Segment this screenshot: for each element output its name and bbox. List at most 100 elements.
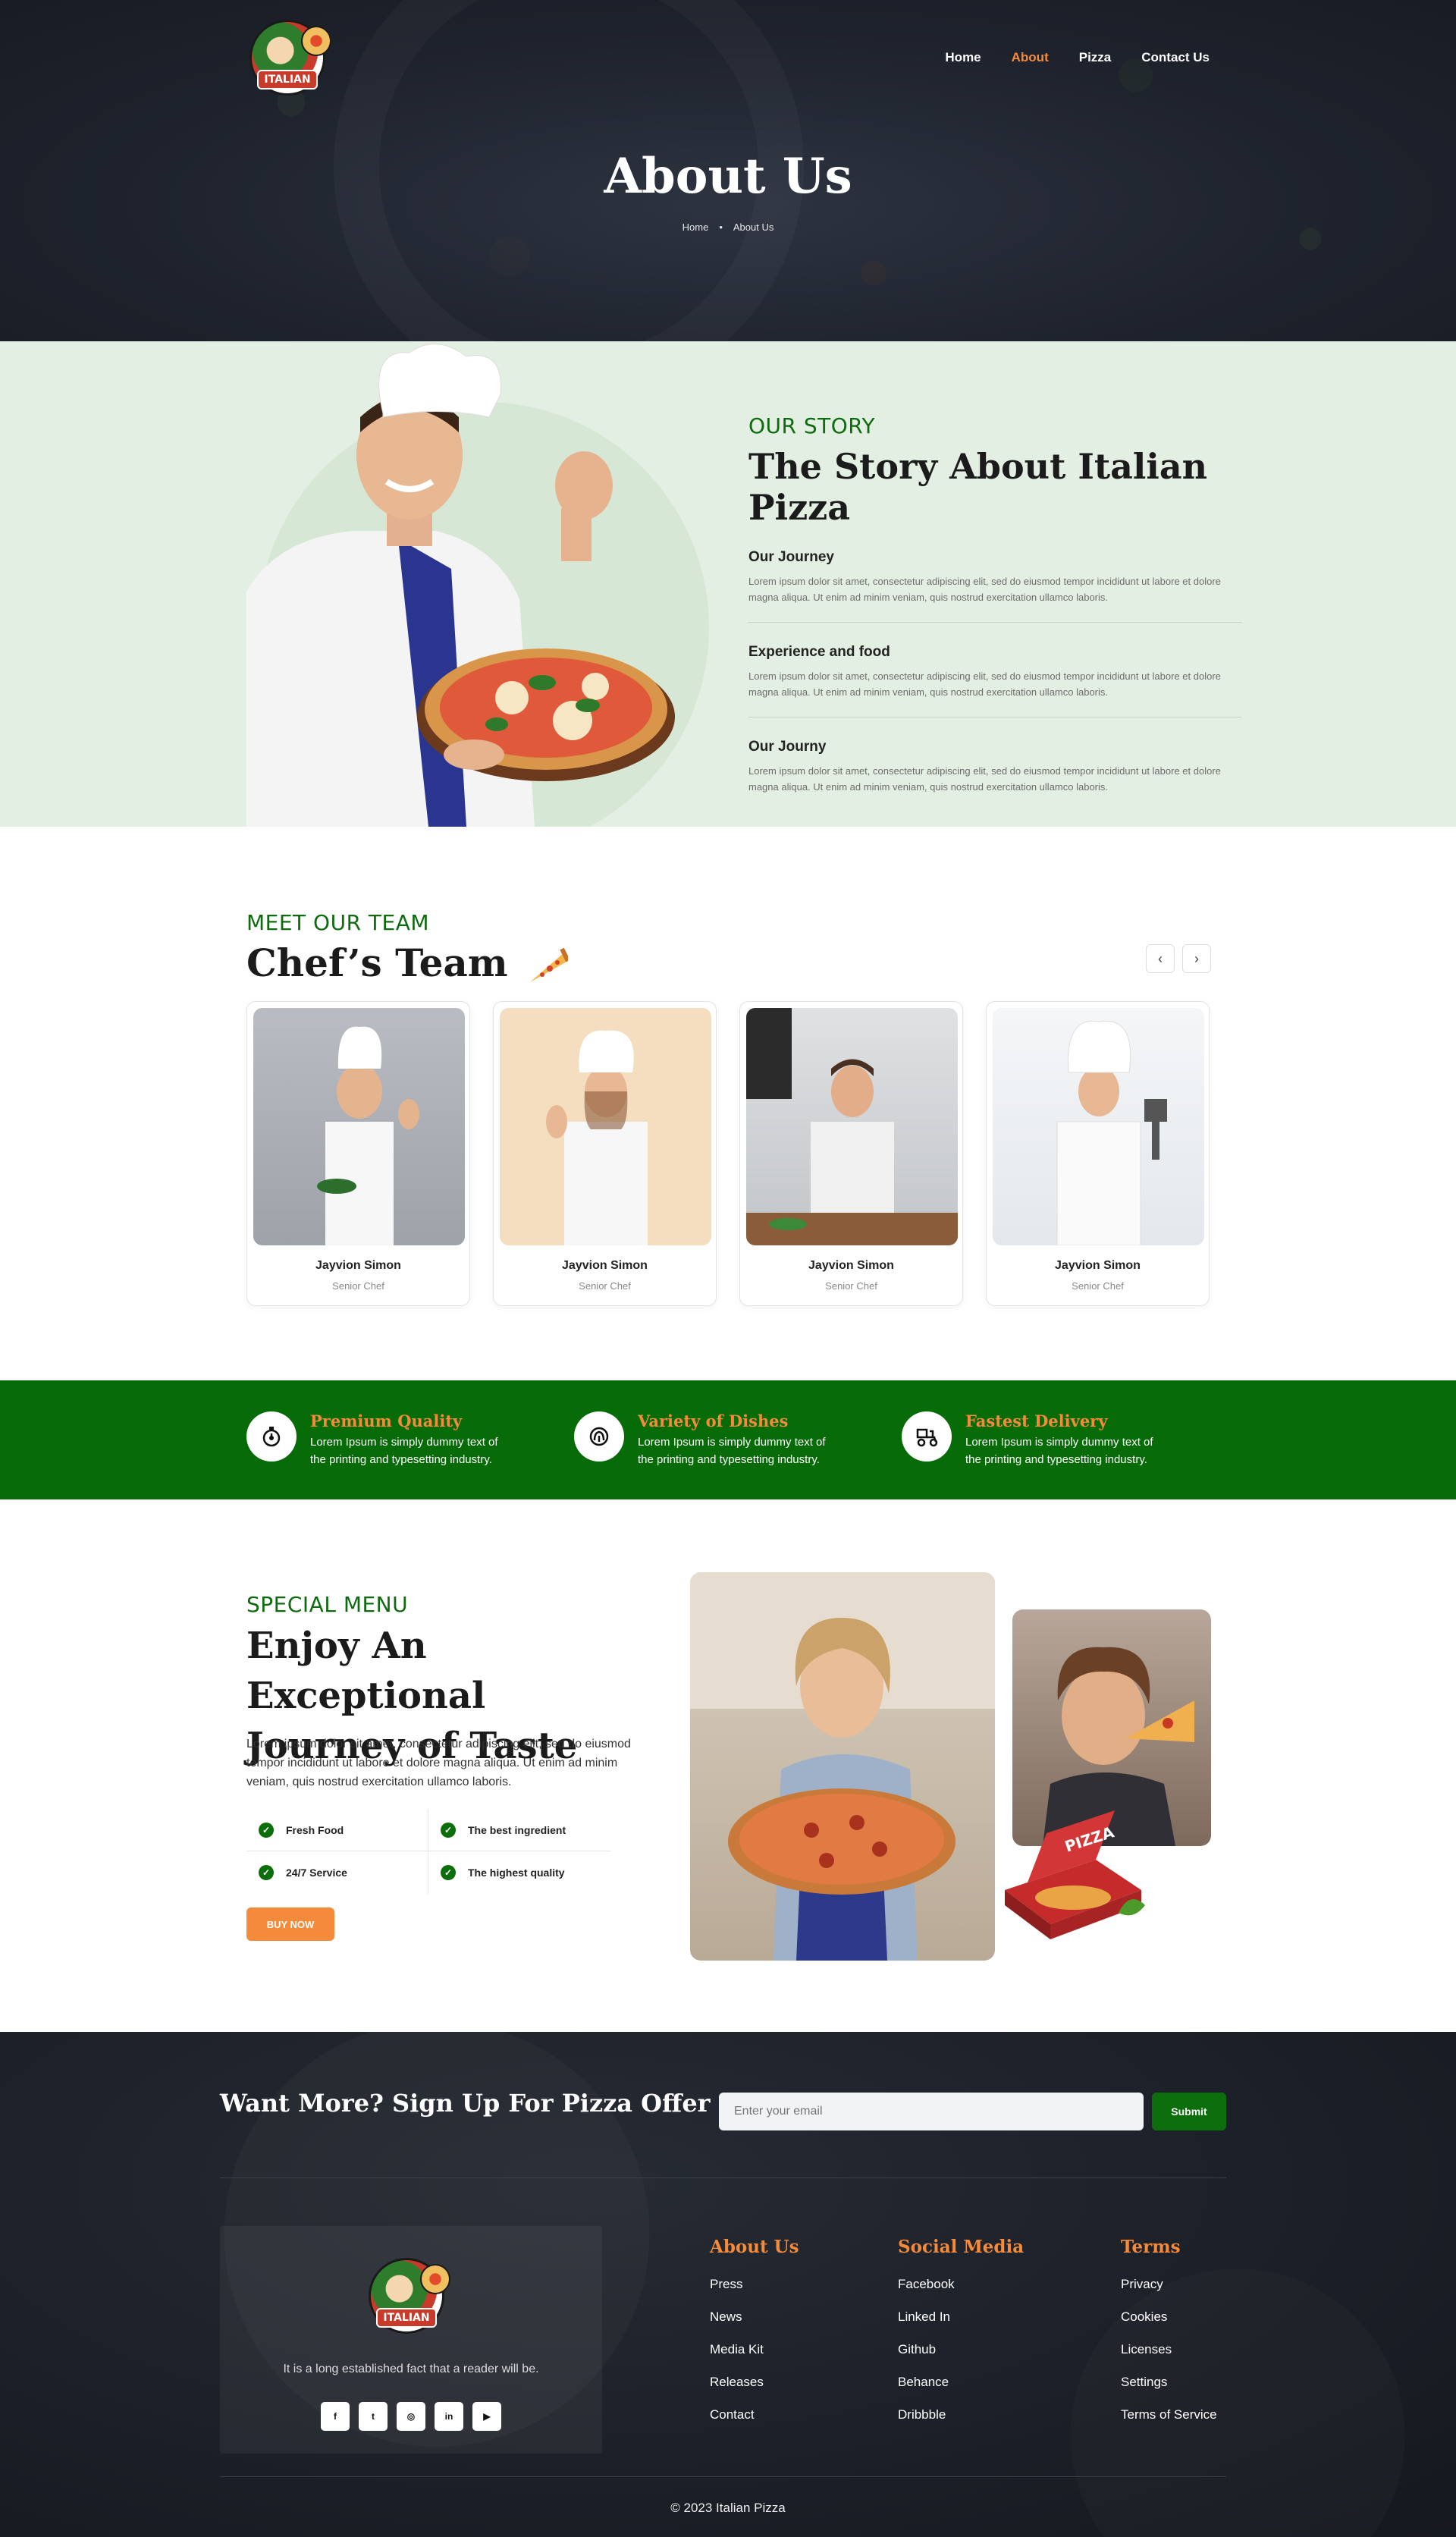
- nav-about-link[interactable]: About: [1012, 50, 1049, 65]
- site-logo[interactable]: ITALIAN: [246, 15, 336, 100]
- team-eyebrow: MEET OUR TEAM: [246, 910, 430, 935]
- footer-column-title: Social Media: [898, 2237, 1025, 2257]
- team-card[interactable]: Jayvion Simon Senior Chef: [739, 1001, 963, 1306]
- footer-divider: [220, 2177, 1226, 2178]
- footer-link[interactable]: Contact: [710, 2407, 799, 2422]
- youtube-icon[interactable]: ▶: [472, 2402, 501, 2431]
- story-item: Experience and food Lorem ipsum dolor si…: [748, 644, 1241, 717]
- footer-link[interactable]: Press: [710, 2277, 799, 2292]
- breadcrumb-separator: •: [719, 221, 723, 233]
- footer-column-about: About Us Press News Media Kit Releases C…: [710, 2237, 799, 2440]
- footer-link[interactable]: News: [710, 2309, 799, 2325]
- footer-logo[interactable]: ITALIAN: [366, 2253, 455, 2338]
- checklist-item: ✓ The best ingredient: [428, 1809, 610, 1851]
- footer-link[interactable]: Privacy: [1121, 2277, 1217, 2292]
- story-item: Our Journey Lorem ipsum dolor sit amet, …: [748, 549, 1241, 623]
- footer-column-title: Terms: [1121, 2237, 1181, 2257]
- footer-link[interactable]: Github: [898, 2342, 1024, 2357]
- chevron-left-icon[interactable]: ‹: [1146, 944, 1175, 973]
- email-input[interactable]: [719, 2093, 1144, 2130]
- footer-link[interactable]: Settings: [1121, 2375, 1217, 2390]
- feature-title: Variety of Dishes: [638, 1411, 789, 1430]
- chef-role: Senior Chef: [825, 1280, 877, 1292]
- footer-column-social: Social Media Facebook Linked In Github B…: [898, 2237, 1024, 2440]
- nav-pizza-link[interactable]: Pizza: [1079, 50, 1112, 65]
- footer-link[interactable]: Facebook: [898, 2277, 1024, 2292]
- chef-photo: [253, 1008, 465, 1245]
- chevron-right-icon[interactable]: ›: [1182, 944, 1211, 973]
- site-footer: Want More? Sign Up For Pizza Offer Submi…: [0, 2032, 1456, 2537]
- story-content: OUR STORY The Story About Italian Pizza …: [748, 413, 1241, 812]
- footer-bottom-divider: [220, 2476, 1226, 2477]
- feature-text: Lorem Ipsum is simply dummy text of the …: [965, 1436, 1153, 1466]
- chef-photo: [993, 1008, 1204, 1245]
- logo-text: ITALIAN: [257, 70, 318, 89]
- team-card[interactable]: Jayvion Simon Senior Chef: [986, 1001, 1210, 1306]
- page-title: About Us: [604, 148, 852, 205]
- team-card[interactable]: Jayvion Simon Senior Chef: [493, 1001, 717, 1306]
- footer-brand-panel: ITALIAN It is a long established fact th…: [220, 2226, 602, 2454]
- special-menu-section: SPECIAL MENU Enjoy An Exceptional Journe…: [0, 1499, 1456, 2032]
- check-icon: ✓: [441, 1865, 456, 1880]
- buy-now-button[interactable]: BUY NOW: [246, 1907, 334, 1941]
- newsletter-title: Want More? Sign Up For Pizza Offer: [220, 2089, 711, 2118]
- chef-role: Senior Chef: [332, 1280, 384, 1292]
- checklist-label: 24/7 Service: [286, 1867, 347, 1879]
- checklist-item: ✓ 24/7 Service: [246, 1851, 428, 1894]
- timer-icon: [246, 1411, 297, 1462]
- chef-holding-pizza-image: [246, 344, 675, 827]
- footer-link[interactable]: Media Kit: [710, 2342, 799, 2357]
- logo-pizza-icon: [301, 26, 331, 56]
- footer-column-terms: Terms Privacy Cookies Licenses Settings …: [1121, 2237, 1217, 2440]
- footer-link[interactable]: Releases: [710, 2375, 799, 2390]
- story-item-text: Lorem ipsum dolor sit amet, consectetur …: [748, 670, 1221, 698]
- twitter-icon[interactable]: t: [359, 2402, 388, 2431]
- feature-text: Lorem Ipsum is simply dummy text of the …: [638, 1436, 826, 1466]
- footer-link[interactable]: Behance: [898, 2375, 1024, 2390]
- breadcrumb: Home • About Us: [0, 221, 1456, 233]
- hero-banner: ITALIAN Home About Pizza Contact Us Abou…: [0, 0, 1456, 341]
- chef-name: Jayvion Simon: [315, 1259, 401, 1272]
- carousel-controls: ‹ ›: [1146, 944, 1211, 973]
- feature-title: Premium Quality: [310, 1411, 463, 1430]
- checklist-item: ✓ Fresh Food: [246, 1809, 428, 1851]
- footer-link[interactable]: Terms of Service: [1121, 2407, 1217, 2422]
- team-card[interactable]: Jayvion Simon Senior Chef: [246, 1001, 470, 1306]
- check-icon: ✓: [259, 1822, 274, 1838]
- story-eyebrow: OUR STORY: [748, 413, 876, 438]
- story-item-title: Our Journey: [748, 549, 834, 565]
- submit-button[interactable]: Submit: [1152, 2093, 1226, 2130]
- nav-contact-link[interactable]: Contact Us: [1141, 50, 1210, 65]
- check-icon: ✓: [441, 1822, 456, 1838]
- chef-role: Senior Chef: [1072, 1280, 1124, 1292]
- checklist-item: ✓ The highest quality: [428, 1851, 610, 1894]
- social-links: f t ◎ in ▶: [220, 2402, 602, 2431]
- team-title-text: Chef’s Team: [246, 940, 508, 985]
- main-menu: Home About Pizza Contact Us: [945, 50, 1210, 65]
- footer-link[interactable]: Licenses: [1121, 2342, 1217, 2357]
- chef-photo: [500, 1008, 711, 1245]
- woman-with-pizza-image: [690, 1572, 995, 1961]
- chef-name: Jayvion Simon: [1055, 1259, 1141, 1272]
- checklist-label: The highest quality: [468, 1867, 565, 1879]
- instagram-icon[interactable]: ◎: [397, 2402, 425, 2431]
- chef-name: Jayvion Simon: [808, 1259, 894, 1272]
- footer-link[interactable]: Cookies: [1121, 2309, 1217, 2325]
- dish-icon: [574, 1411, 624, 1462]
- footer-column-title: About Us: [710, 2237, 799, 2257]
- facebook-icon[interactable]: f: [321, 2402, 350, 2431]
- nav-home-link[interactable]: Home: [945, 50, 981, 65]
- logo-pizza-icon: [420, 2264, 450, 2294]
- feature-text: Lorem Ipsum is simply dummy text of the …: [310, 1436, 498, 1466]
- feature-checklist: ✓ Fresh Food ✓ The best ingredient ✓ 24/7 S…: [246, 1809, 610, 1894]
- breadcrumb-current: About Us: [733, 221, 774, 233]
- feature-item: Variety of Dishes Lorem Ipsum is simply …: [574, 1411, 841, 1468]
- story-title: The Story About Italian Pizza: [748, 446, 1208, 528]
- delivery-icon: [902, 1411, 952, 1462]
- story-item-title: Our Journy: [748, 739, 827, 755]
- footer-link[interactable]: Linked In: [898, 2309, 1024, 2325]
- linkedin-icon[interactable]: in: [435, 2402, 463, 2431]
- story-section: OUR STORY The Story About Italian Pizza …: [0, 341, 1456, 827]
- footer-link[interactable]: Dribbble: [898, 2407, 1024, 2422]
- breadcrumb-home-link[interactable]: Home: [682, 221, 709, 233]
